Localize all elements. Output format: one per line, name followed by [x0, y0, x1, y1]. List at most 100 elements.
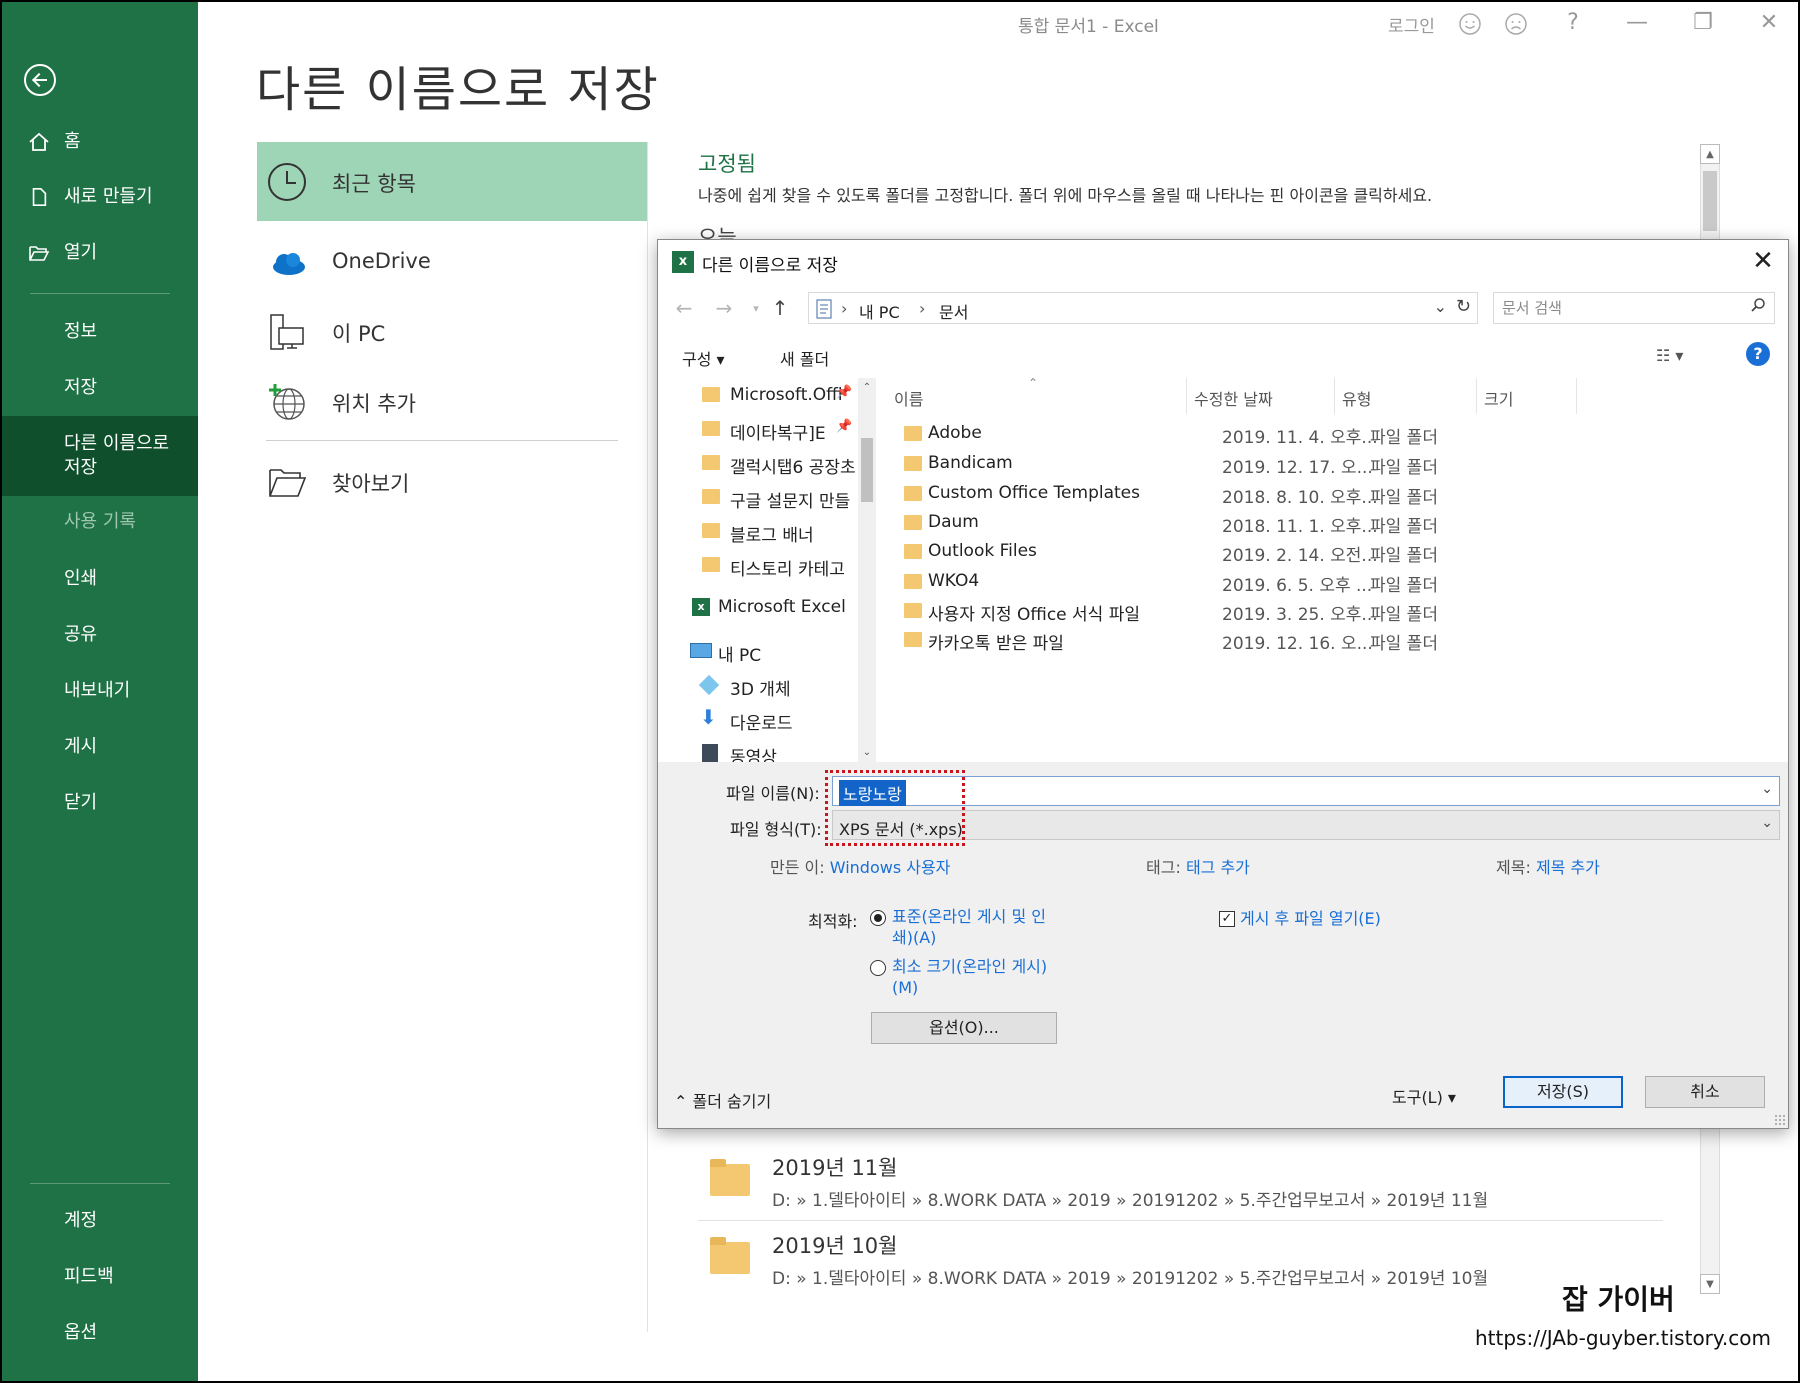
- tree-scroll-down-icon[interactable]: ⌄: [858, 747, 876, 758]
- tools-menu[interactable]: 도구(L) ▾: [1392, 1084, 1456, 1108]
- breadcrumb-pc[interactable]: 내 PC: [859, 299, 900, 323]
- back-icon[interactable]: ←: [672, 296, 696, 320]
- radio-standard-label[interactable]: 표준(온라인 게시 및 인쇄)(A): [892, 906, 1052, 948]
- tree-item-folder[interactable]: 구글 설문지 만들: [658, 482, 858, 512]
- radio-minimum-label[interactable]: 최소 크기(온라인 게시)(M): [892, 956, 1052, 998]
- nav-print[interactable]: 인쇄: [0, 567, 198, 591]
- column-modified[interactable]: 수정한 날짜: [1194, 386, 1273, 410]
- nav-new[interactable]: 새로 만들기: [0, 185, 198, 209]
- tree-item-folder[interactable]: 데이타복구]E 📌: [658, 414, 858, 444]
- hide-folders-toggle[interactable]: ⌃ 폴더 숨기기: [674, 1088, 771, 1112]
- column-type[interactable]: 유형: [1342, 386, 1371, 410]
- nav-share[interactable]: 공유: [0, 623, 198, 647]
- column-divider[interactable]: [1476, 378, 1477, 414]
- new-folder-button[interactable]: 새 폴더: [780, 346, 829, 370]
- tree-scrollbar[interactable]: ⌃ ⌄: [858, 378, 876, 762]
- filetype-select[interactable]: XPS 문서 (*.xps) ⌄: [832, 810, 1780, 840]
- nav-publish[interactable]: 게시: [0, 735, 198, 759]
- search-box[interactable]: [1493, 292, 1775, 324]
- authors-value[interactable]: Windows 사용자: [830, 858, 951, 877]
- scroll-down-icon[interactable]: ▼: [1700, 1274, 1720, 1294]
- column-name[interactable]: 이름: [894, 386, 923, 410]
- recent-locations-chevron-icon[interactable]: ▾: [744, 302, 768, 315]
- tree-item-folder[interactable]: 티스토리 카테고: [658, 550, 858, 580]
- nav-history[interactable]: 사용 기록: [0, 510, 198, 534]
- scrollbar-thumb[interactable]: [861, 438, 873, 502]
- options-button[interactable]: 옵션(O)...: [871, 1012, 1057, 1044]
- nav-options[interactable]: 옵션: [0, 1321, 198, 1345]
- nav-export[interactable]: 내보내기: [0, 679, 198, 703]
- smile-icon[interactable]: [1458, 12, 1482, 36]
- location-recent[interactable]: 최근 항목: [257, 152, 647, 212]
- title-value[interactable]: 제목 추가: [1536, 858, 1600, 877]
- filename-dropdown-icon[interactable]: ⌄: [1761, 781, 1773, 797]
- resize-grip-icon[interactable]: [1774, 1114, 1786, 1126]
- column-divider[interactable]: [1334, 378, 1335, 414]
- nav-save-as[interactable]: 다른 이름으로 저장: [0, 432, 198, 480]
- breadcrumb-documents[interactable]: 문서: [939, 299, 968, 323]
- location-onedrive[interactable]: OneDrive: [257, 233, 647, 293]
- tree-item-excel[interactable]: x Microsoft Excel: [658, 592, 858, 622]
- column-divider[interactable]: [1576, 378, 1577, 414]
- tree-item-downloads[interactable]: ⬇ 다운로드: [658, 704, 858, 734]
- open-after-label[interactable]: 게시 후 파일 열기(E): [1240, 908, 1440, 929]
- address-bar[interactable]: › 내 PC › 문서 ⌄ ↻: [808, 292, 1478, 324]
- radio-standard[interactable]: [870, 910, 886, 926]
- filename-field[interactable]: 노랑노랑 ⌄: [832, 776, 1780, 806]
- tree-item-this-pc[interactable]: 내 PC: [658, 636, 858, 666]
- recent-folder-row[interactable]: 2019년 10월 D: » 1.델타아이티 » 8.WORK DATA » 2…: [698, 1224, 1663, 1302]
- frown-icon[interactable]: [1504, 12, 1528, 36]
- column-divider[interactable]: [1186, 378, 1187, 414]
- file-row[interactable]: Custom Office Templates 2018. 8. 10. 오후..…: [876, 478, 1788, 508]
- signin-link[interactable]: 로그인: [1388, 12, 1435, 37]
- file-row[interactable]: 카카오톡 받은 파일 2019. 12. 16. 오... 파일 폴더: [876, 624, 1788, 654]
- address-dropdown-icon[interactable]: ⌄: [1434, 297, 1447, 316]
- nav-close[interactable]: 닫기: [0, 791, 198, 815]
- location-add-place[interactable]: 위치 추가: [257, 372, 647, 432]
- tree-scroll-up-icon[interactable]: ⌃: [858, 382, 876, 393]
- minimize-icon[interactable]: —: [1622, 8, 1652, 38]
- restore-icon[interactable]: ❐: [1688, 8, 1718, 38]
- file-row[interactable]: WKO4 2019. 6. 5. 오후 ... 파일 폴더: [876, 566, 1788, 596]
- location-this-pc[interactable]: 이 PC: [257, 302, 647, 362]
- file-row[interactable]: Outlook Files 2019. 2. 14. 오전... 파일 폴더: [876, 536, 1788, 566]
- dialog-close-icon[interactable]: ✕: [1748, 246, 1778, 276]
- tree-item-folder[interactable]: 갤럭시탭6 공장초: [658, 448, 858, 478]
- search-icon[interactable]: [1750, 297, 1766, 313]
- tags-value[interactable]: 태그 추가: [1186, 858, 1250, 877]
- filetype-dropdown-icon[interactable]: ⌄: [1761, 815, 1773, 831]
- recent-folder-row[interactable]: 2019년 11월 D: » 1.델타아이티 » 8.WORK DATA » 2…: [698, 1146, 1663, 1224]
- location-browse[interactable]: 찾아보기: [257, 452, 647, 512]
- tree-item-3d-objects[interactable]: 3D 개체: [658, 670, 858, 700]
- scrollbar-thumb[interactable]: [1703, 171, 1717, 231]
- nav-account[interactable]: 계정: [0, 1209, 198, 1233]
- close-icon[interactable]: ✕: [1754, 8, 1784, 38]
- tree-item-folder[interactable]: Microsoft.Offi 📌: [658, 380, 858, 410]
- organize-button[interactable]: 구성 ▾: [682, 346, 725, 370]
- scroll-up-icon[interactable]: ▲: [1700, 144, 1720, 164]
- save-button[interactable]: 저장(S): [1503, 1076, 1623, 1108]
- nav-open[interactable]: 열기: [0, 241, 198, 265]
- nav-save[interactable]: 저장: [0, 376, 198, 400]
- help-icon[interactable]: ?: [1558, 8, 1588, 38]
- radio-minimum[interactable]: [870, 960, 886, 976]
- file-row[interactable]: Daum 2018. 11. 1. 오후... 파일 폴더: [876, 507, 1788, 537]
- nav-home[interactable]: 홈: [0, 130, 198, 154]
- tree-item-videos[interactable]: 동영상: [658, 738, 858, 762]
- file-row[interactable]: Adobe 2019. 11. 4. 오후... 파일 폴더: [876, 418, 1788, 448]
- search-input[interactable]: [1502, 297, 1732, 319]
- column-size[interactable]: 크기: [1484, 386, 1513, 410]
- file-row[interactable]: Bandicam 2019. 12. 17. 오... 파일 폴더: [876, 448, 1788, 478]
- forward-icon[interactable]: →: [712, 296, 736, 320]
- tree-item-folder[interactable]: 블로그 배너: [658, 516, 858, 546]
- back-arrow-icon[interactable]: [24, 64, 56, 96]
- view-options-icon[interactable]: ☷ ▾: [1656, 346, 1683, 365]
- file-row[interactable]: 사용자 지정 Office 서식 파일 2019. 3. 25. 오후... 파일 …: [876, 595, 1788, 625]
- nav-feedback[interactable]: 피드백: [0, 1265, 198, 1289]
- nav-info[interactable]: 정보: [0, 320, 198, 344]
- up-icon[interactable]: ↑: [768, 296, 792, 320]
- dialog-help-icon[interactable]: ?: [1746, 342, 1770, 366]
- refresh-icon[interactable]: ↻: [1456, 296, 1471, 317]
- open-after-checkbox[interactable]: ✓: [1219, 911, 1235, 927]
- cancel-button[interactable]: 취소: [1645, 1076, 1765, 1108]
